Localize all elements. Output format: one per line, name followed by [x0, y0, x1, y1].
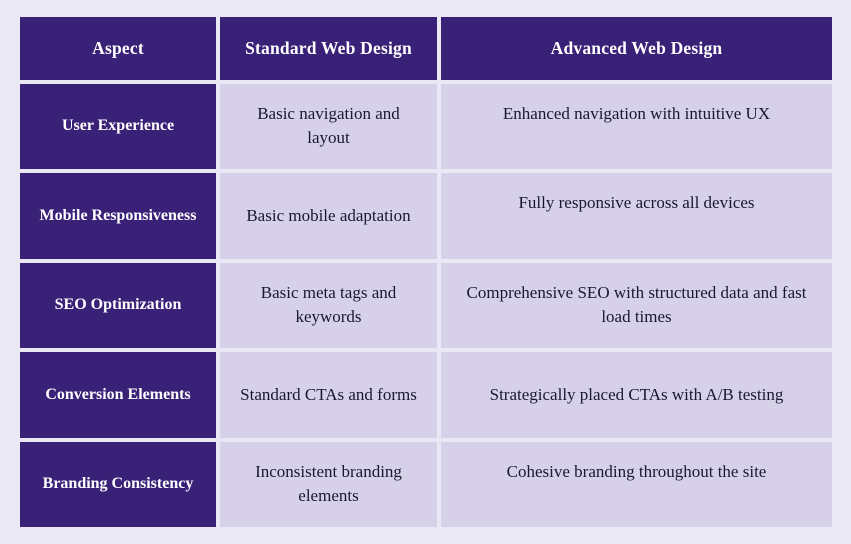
- table-row: Branding Consistency Inconsistent brandi…: [20, 441, 832, 528]
- cell-value: Comprehensive SEO with structured data a…: [466, 283, 807, 327]
- row-aspect-user-experience: User Experience: [20, 83, 216, 170]
- cell-standard-branding-consistency: Inconsistent branding elements: [220, 441, 437, 528]
- column-header-standard-web-design-label: Standard Web Design: [245, 37, 412, 58]
- comparison-table: Aspect Standard Web Design Advanced Web …: [20, 17, 832, 528]
- aspect-label: Conversion Elements: [45, 385, 191, 403]
- cell-value: Basic navigation and layout: [257, 104, 400, 148]
- table-row: Conversion Elements Standard CTAs and fo…: [20, 352, 832, 438]
- aspect-label: User Experience: [61, 117, 175, 135]
- cell-advanced-conversion-elements: Strategically placed CTAs with A/B testi…: [441, 352, 832, 438]
- row-aspect-seo-optimization: SEO Optimization: [20, 262, 216, 349]
- cell-advanced-mobile-responsiveness: Fully responsive across all devices: [441, 173, 832, 259]
- cell-advanced-branding-consistency: Cohesive branding throughout the site: [441, 441, 832, 528]
- aspect-label: SEO Optimization: [54, 296, 182, 314]
- cell-value: Enhanced navigation with intuitive UX: [502, 103, 771, 123]
- row-aspect-branding-consistency: Branding Consistency: [20, 441, 216, 528]
- table-row: Mobile Responsiveness Basic mobile adapt…: [20, 173, 832, 259]
- cell-value: Standard CTAs and forms: [240, 384, 417, 404]
- cell-advanced-user-experience: Enhanced navigation with intuitive UX: [441, 83, 832, 170]
- cell-value: Inconsistent branding elements: [255, 462, 402, 506]
- cell-standard-user-experience: Basic navigation and layout: [220, 83, 437, 170]
- row-aspect-mobile-responsiveness: Mobile Responsiveness: [20, 173, 216, 259]
- cell-standard-mobile-responsiveness: Basic mobile adaptation: [220, 173, 437, 259]
- column-header-advanced-web-design-label: Advanced Web Design: [550, 37, 723, 58]
- cell-value: Cohesive branding throughout the site: [506, 461, 767, 481]
- aspect-label: Mobile Responsiveness: [39, 206, 197, 224]
- column-header-advanced-web-design: Advanced Web Design: [441, 17, 832, 80]
- column-header-standard-web-design: Standard Web Design: [220, 17, 437, 80]
- aspect-label: Branding Consistency: [42, 475, 194, 493]
- cell-value: Fully responsive across all devices: [518, 193, 755, 213]
- cell-standard-conversion-elements: Standard CTAs and forms: [220, 352, 437, 438]
- row-aspect-conversion-elements: Conversion Elements: [20, 352, 216, 438]
- cell-value: Basic meta tags and keywords: [260, 283, 397, 327]
- column-header-aspect: Aspect: [20, 17, 216, 80]
- table-row: User Experience Basic navigation and lay…: [20, 83, 832, 170]
- cell-value: Basic mobile adaptation: [246, 205, 411, 225]
- table-header-row: Aspect Standard Web Design Advanced Web …: [20, 17, 832, 80]
- cell-advanced-seo-optimization: Comprehensive SEO with structured data a…: [441, 262, 832, 349]
- cell-standard-seo-optimization: Basic meta tags and keywords: [220, 262, 437, 349]
- table-row: SEO Optimization Basic meta tags and key…: [20, 262, 832, 349]
- cell-value: Strategically placed CTAs with A/B testi…: [489, 384, 784, 404]
- column-header-aspect-label: Aspect: [92, 37, 144, 58]
